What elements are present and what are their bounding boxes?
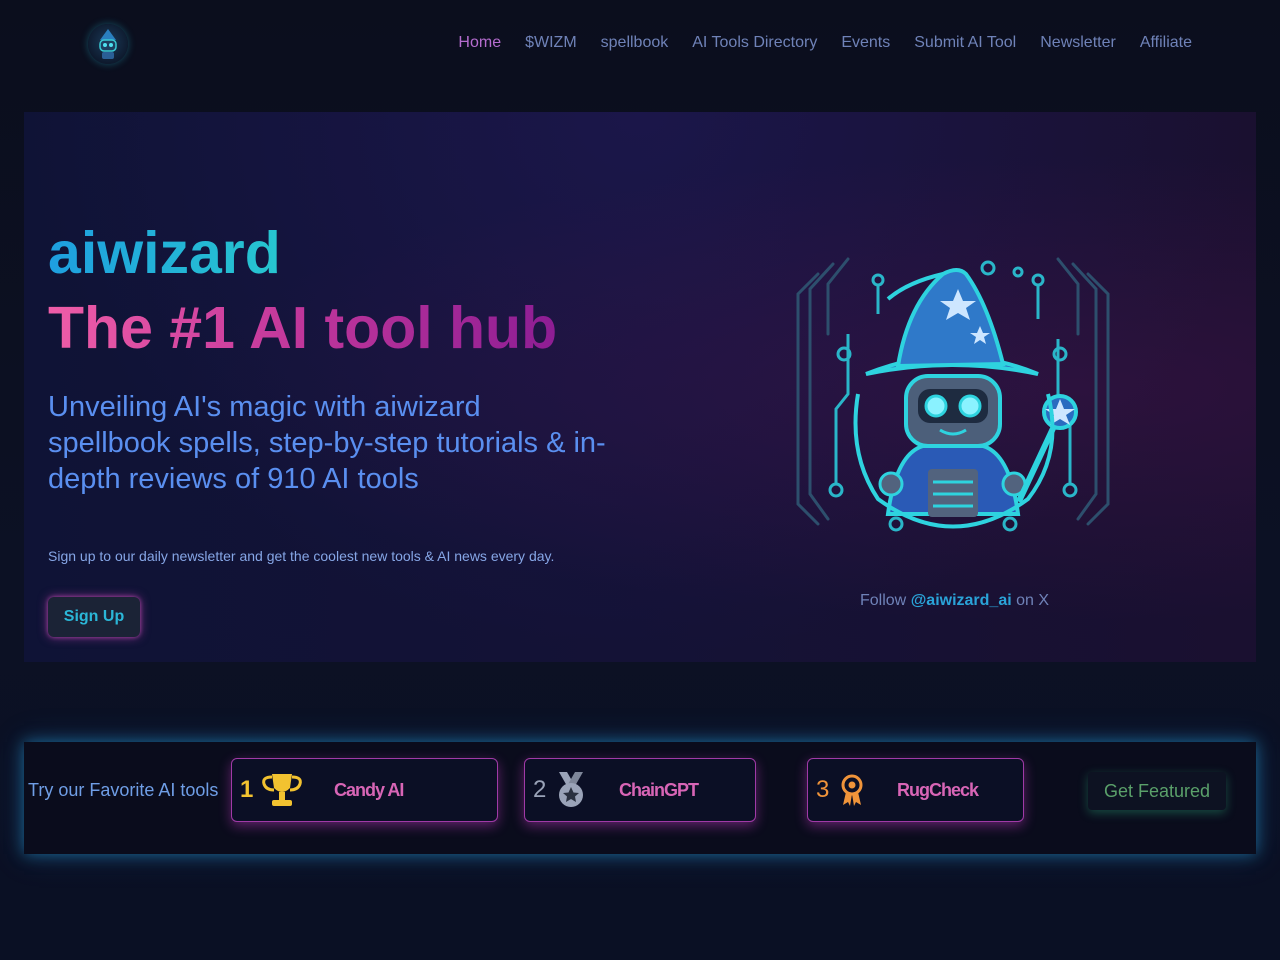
hero-brand: aiwizard (48, 220, 281, 286)
favorite-tool-card-1[interactable]: 1 Candy AI (231, 758, 498, 822)
silver-medal-icon (549, 772, 593, 808)
nav-spellbook[interactable]: spellbook (601, 33, 669, 53)
tool-name: Candy AI (334, 780, 404, 800)
nav-ai-tools-directory[interactable]: AI Tools Directory (692, 33, 817, 53)
nav-events[interactable]: Events (841, 33, 890, 53)
wizard-robot-logo-icon (99, 29, 117, 59)
nav-newsletter[interactable]: Newsletter (1040, 33, 1116, 53)
hero-subtitle: Unveiling AI's magic with aiwizard spell… (48, 391, 606, 495)
tool-name: RugCheck (897, 780, 979, 800)
wizard-robot-mascot-icon (796, 257, 1110, 532)
follow-suffix: on X (1011, 592, 1050, 609)
newsletter-note: Sign up to our daily newsletter and get … (48, 548, 555, 564)
site-header: Home $WIZM spellbook AI Tools Directory … (0, 0, 1280, 88)
tool-name: ChainGPT (619, 780, 699, 800)
tool-rank: 3 (816, 776, 830, 803)
favorite-tool-card-2[interactable]: 2 ChainGPT (524, 758, 756, 822)
tool-rank: 2 (533, 776, 547, 803)
nav-home[interactable]: Home (458, 33, 501, 53)
follow-prefix: Follow (860, 592, 911, 609)
favorites-label: Try our Favorite AI tools (28, 780, 219, 800)
x-handle-link[interactable]: @aiwizard_ai (911, 592, 1012, 609)
nav-wizm[interactable]: $WIZM (525, 33, 577, 53)
nav-submit-ai-tool[interactable]: Submit AI Tool (914, 33, 1016, 53)
hero-title: The #1 AI tool hub (48, 295, 558, 361)
bronze-award-icon (830, 772, 874, 808)
follow-on-x: Follow @aiwizard_ai on X (860, 592, 1050, 610)
hero-section: aiwizard The #1 AI tool hub Unveiling AI… (24, 112, 1256, 662)
favorite-tools-strip: Try our Favorite AI tools 1 Candy AI 2 C… (24, 742, 1256, 854)
sign-up-button[interactable]: Sign Up (48, 597, 140, 637)
main-nav: Home $WIZM spellbook AI Tools Directory … (458, 33, 1192, 53)
trophy-icon (260, 772, 304, 808)
wizard-robot-mascot (788, 244, 1118, 564)
nav-affiliate[interactable]: Affiliate (1140, 33, 1192, 53)
tool-rank: 1 (240, 776, 254, 803)
site-logo[interactable] (88, 24, 128, 64)
get-featured-button[interactable]: Get Featured (1088, 772, 1226, 810)
favorite-tool-card-3[interactable]: 3 RugCheck (807, 758, 1024, 822)
